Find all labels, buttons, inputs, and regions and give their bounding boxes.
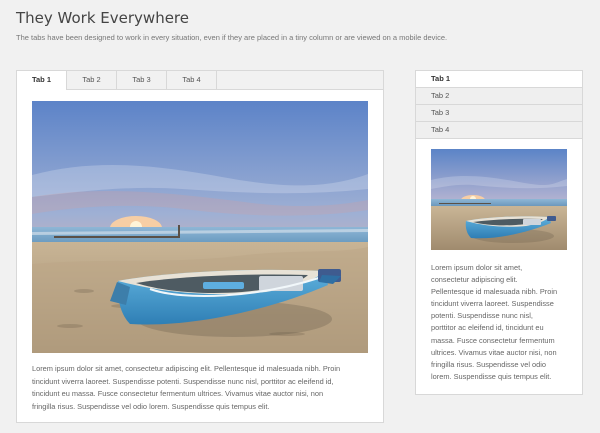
page-subtitle: The tabs have been designed to work in e… bbox=[16, 33, 448, 42]
horizontal-text-line-4: fringilla risus. Suspendisse vel odio lo… bbox=[32, 401, 270, 411]
vertical-text-line-2: consectetur adipiscing elit. bbox=[431, 275, 518, 285]
vertical-text-line-3: Pellentesque id malesuada nibh. Proin bbox=[431, 287, 558, 297]
tab-3[interactable]: Tab 3 bbox=[117, 71, 167, 89]
page-title: They Work Everywhere bbox=[16, 9, 189, 27]
horizontal-tab-panel: Lorem ipsum dolor sit amet, consectetur … bbox=[17, 90, 383, 413]
vertical-text-line-10: lorem. Suspendisse quis tempus elit. bbox=[431, 371, 552, 381]
vertical-text-line-5: potenti. Suspendisse nunc nisl, bbox=[431, 311, 533, 321]
vertical-text-line-1: Lorem ipsum dolor sit amet, bbox=[431, 263, 523, 272]
horizontal-text-line-1: Lorem ipsum dolor sit amet, consectetur … bbox=[32, 364, 341, 373]
vertical-tabs-widget: Tab 1 Tab 2 Tab 3 Tab 4 Lorem ipsum dolo… bbox=[415, 70, 583, 395]
vertical-tab-3[interactable]: Tab 3 bbox=[416, 105, 582, 122]
small-beach-boat-image bbox=[431, 149, 567, 250]
vertical-text-line-6: porttitor ac eleifend id, tincidunt eu bbox=[431, 323, 544, 333]
vertical-text-line-7: massa. Fusce consectetur fermentum bbox=[431, 335, 555, 345]
vertical-text-line-9: fringilla risus. Suspendisse vel odio bbox=[431, 359, 547, 369]
vertical-tab-2[interactable]: Tab 2 bbox=[416, 88, 582, 105]
tab-2[interactable]: Tab 2 bbox=[67, 71, 117, 89]
tab-4[interactable]: Tab 4 bbox=[167, 71, 217, 89]
vertical-tab-1[interactable]: Tab 1 bbox=[416, 71, 582, 88]
vertical-tab-4[interactable]: Tab 4 bbox=[416, 122, 582, 139]
horizontal-tabs-widget: Tab 1 Tab 2 Tab 3 Tab 4 Lorem ipsum dolo… bbox=[16, 70, 384, 423]
vertical-text-line-8: ultrices. Vivamus vitae auctor nisi, non bbox=[431, 347, 557, 357]
horizontal-text-line-3: tincidunt eu massa. Fusce consectetur fe… bbox=[32, 389, 324, 398]
page: They Work Everywhere The tabs have been … bbox=[0, 0, 600, 433]
horizontal-text-line-2: tincidunt viverra laoreet. Suspendisse p… bbox=[32, 376, 334, 386]
beach-boat-image bbox=[32, 101, 368, 353]
tab-1[interactable]: Tab 1 bbox=[17, 71, 67, 90]
horizontal-panel-text: Lorem ipsum dolor sit amet, consectetur … bbox=[32, 363, 368, 413]
vertical-panel-text: Lorem ipsum dolor sit amet, consectetur … bbox=[431, 262, 567, 383]
vertical-tab-panel: Lorem ipsum dolor sit amet, consectetur … bbox=[416, 139, 582, 383]
vertical-text-line-4: tincidunt viverra laoreet. Suspendisse bbox=[431, 299, 554, 309]
horizontal-tab-bar: Tab 1 Tab 2 Tab 3 Tab 4 bbox=[17, 71, 383, 90]
